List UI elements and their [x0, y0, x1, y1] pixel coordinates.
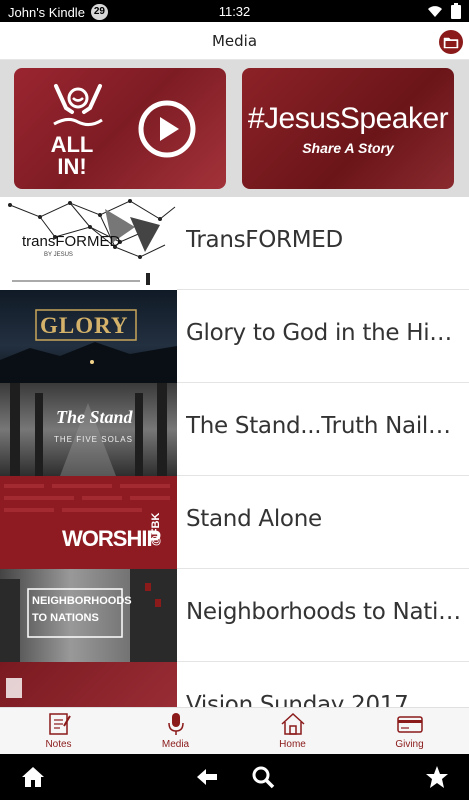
featured-banners: ALL IN! #JesusSpeaker Share A Story — [0, 60, 469, 197]
item-title: Vision Sunday 2017 — [186, 692, 409, 707]
tab-label: Notes — [45, 739, 72, 750]
tab-label: Media — [161, 739, 190, 750]
star-icon[interactable] — [424, 764, 450, 790]
thumb-title: NEIGHBORHOODS TO NATIONS — [32, 595, 132, 624]
page-title: Media — [211, 32, 258, 50]
wifi-icon — [428, 6, 442, 17]
thumbnail: WORSHIP @FBK — [0, 476, 177, 569]
thumb-title: The Stand — [56, 407, 133, 427]
app-header: Media — [0, 22, 469, 60]
jesus-speaker-banner[interactable]: #JesusSpeaker Share A Story — [242, 68, 454, 189]
system-nav-bar — [0, 754, 469, 800]
share-story-text: Share A Story — [302, 140, 394, 156]
back-arrow-icon[interactable] — [194, 764, 220, 790]
status-bar: John's Kindle 29 11:32 — [0, 0, 469, 22]
tab-label: Home — [279, 739, 306, 750]
hashtag-text: #JesusSpeaker — [247, 102, 449, 135]
home-icon — [281, 712, 305, 735]
person-arms-raised-icon — [53, 84, 103, 127]
cathedral-graphic — [10, 383, 167, 476]
item-title: The Stand...Truth Nailed to the Door — [186, 413, 462, 439]
battery-icon — [451, 3, 461, 19]
all-in-banner[interactable]: ALL IN! — [14, 68, 226, 189]
list-item[interactable]: Vision Sunday 2017 — [0, 662, 469, 707]
list-item[interactable]: transFORMED BY JESUS TransFORMED — [0, 197, 469, 290]
list-item[interactable]: NEIGHBORHOODS TO NATIONS Neighborhoods t… — [0, 569, 469, 662]
list-item[interactable]: GLORY Glory to God in the Highest — [0, 290, 469, 383]
tab-notes[interactable]: Notes — [0, 708, 117, 755]
thumb-title: transFORMED — [22, 233, 121, 250]
tab-media[interactable]: Media — [117, 708, 234, 755]
vision-graphic — [6, 678, 22, 698]
thumbnail: GLORY — [0, 290, 177, 383]
thumbnail: NEIGHBORHOODS TO NATIONS — [0, 569, 177, 662]
thumbnail — [0, 662, 177, 707]
clock: 11:32 — [218, 4, 251, 19]
folder-icon — [443, 37, 459, 48]
bottom-tab-bar: Notes Media Home Giving — [0, 707, 469, 754]
thumb-subtitle: THE FIVE SOLAS — [54, 435, 133, 444]
tab-label: Giving — [395, 739, 424, 750]
play-icon[interactable] — [138, 100, 196, 158]
item-title: Glory to God in the Highest — [186, 320, 462, 346]
thumb-subtitle: @FBK — [150, 512, 162, 546]
list-item[interactable]: WORSHIP @FBK Stand Alone — [0, 476, 469, 569]
thumbnail: The Stand THE FIVE SOLAS — [0, 383, 177, 476]
thumbnail: transFORMED BY JESUS — [0, 197, 177, 290]
media-list: transFORMED BY JESUS TransFORMED GLORY G… — [0, 197, 469, 707]
item-title: Stand Alone — [186, 506, 322, 532]
item-title: TransFORMED — [186, 227, 343, 253]
thumb-title: GLORY — [40, 313, 129, 338]
folder-button[interactable] — [439, 30, 463, 54]
item-title: Neighborhoods to Nations — [186, 599, 462, 625]
list-item[interactable]: The Stand THE FIVE SOLAS The Stand...Tru… — [0, 383, 469, 476]
tab-giving[interactable]: Giving — [351, 708, 468, 755]
microphone-icon — [168, 713, 184, 735]
tab-home[interactable]: Home — [234, 708, 351, 755]
notes-icon — [49, 713, 71, 735]
thumb-title: WORSHIP — [62, 526, 161, 551]
credit-card-icon — [397, 716, 423, 733]
home-icon[interactable] — [20, 764, 46, 790]
thumb-subtitle: BY JESUS — [44, 252, 73, 258]
search-icon[interactable] — [250, 764, 276, 790]
all-in-text: ALL IN! — [50, 132, 94, 179]
status-right — [427, 3, 461, 19]
